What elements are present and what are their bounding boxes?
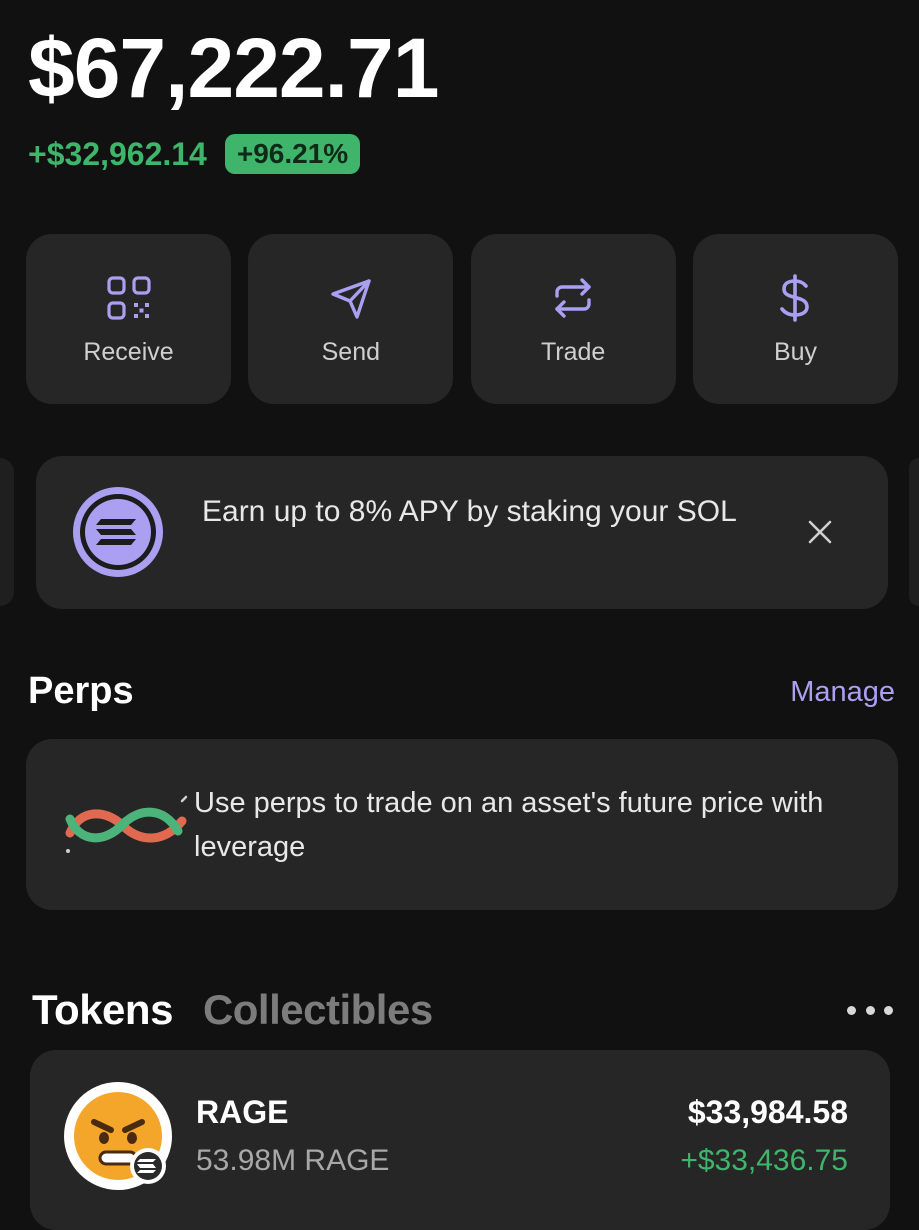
carousel-next-card[interactable] [909, 458, 919, 606]
promo-text: Earn up to 8% APY by staking your SOL [202, 495, 737, 528]
staking-promo-card[interactable]: Earn up to 8% APY by staking your SOL [36, 456, 888, 609]
close-icon[interactable] [804, 516, 836, 548]
token-name: RAGE [196, 1094, 289, 1130]
tab-tokens[interactable]: Tokens [32, 986, 173, 1034]
token-change: +$33,436.75 [680, 1144, 848, 1177]
perps-infinity-icon [65, 795, 188, 853]
receive-label: Receive [83, 337, 174, 366]
receive-button[interactable]: Receive [26, 234, 231, 404]
token-value: $33,984.58 [687, 1094, 848, 1130]
send-label: Send [321, 337, 381, 366]
buy-button[interactable]: Buy [692, 234, 898, 404]
change-percent-badge: +96.21% [224, 134, 361, 174]
qr-code-icon [106, 275, 151, 320]
dot [847, 1005, 856, 1015]
quick-actions: Receive Send Trade Buy [26, 234, 898, 404]
perps-title: Perps [28, 670, 134, 712]
perps-description: Use perps to trade on an asset's future … [194, 787, 824, 863]
dollar-icon [780, 273, 810, 322]
send-icon [331, 278, 371, 319]
trade-label: Trade [540, 337, 606, 366]
buy-label: Buy [773, 337, 818, 366]
send-button[interactable]: Send [248, 234, 454, 404]
more-dots-icon[interactable] [847, 1000, 893, 1020]
dot [865, 1005, 875, 1015]
trade-button[interactable]: Trade [470, 234, 676, 404]
swap-icon [555, 277, 591, 318]
change-amount: +$32,962.14 [28, 135, 207, 172]
solana-icon [73, 487, 163, 577]
asset-tabs: Tokens Collectibles [32, 986, 433, 1034]
angry-emoji-icon [64, 1082, 172, 1190]
dot [884, 1005, 893, 1015]
portfolio-change: +$32,962.14 +96.21% [28, 134, 361, 174]
token-row-rage[interactable]: RAGE 53.98M RAGE $33,984.58 +$33,436.75 [30, 1050, 890, 1230]
portfolio-balance: $67,222.71 [28, 21, 439, 115]
tab-collectibles[interactable]: Collectibles [203, 986, 433, 1034]
manage-link[interactable]: Manage [790, 676, 895, 709]
carousel-prev-card[interactable] [0, 458, 14, 606]
token-amount: 53.98M RAGE [196, 1144, 390, 1177]
perps-card[interactable]: Use perps to trade on an asset's future … [26, 739, 898, 910]
